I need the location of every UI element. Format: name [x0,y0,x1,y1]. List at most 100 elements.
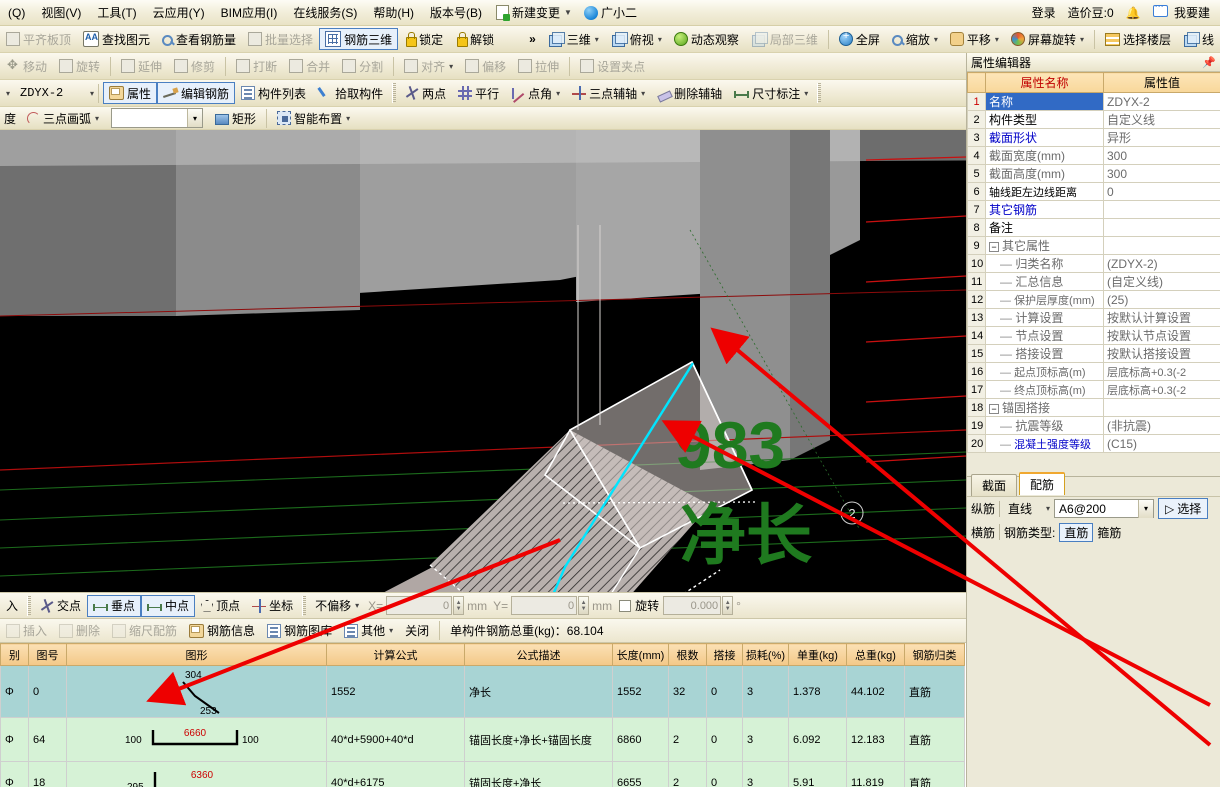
property-value[interactable]: 按默认搭接设置 [1104,345,1220,363]
property-value[interactable]: 层底标高+0.3(-2 [1104,381,1220,399]
tab-section[interactable]: 截面 [971,474,1017,496]
toolbar-dimension[interactable]: 尺寸标注 ▾ [728,82,814,104]
toolbar-split[interactable]: 分割 [336,55,389,77]
property-name[interactable]: — 混凝土强度等级 [986,435,1104,453]
x-spinner[interactable]: ▲▼ [453,596,464,615]
menu-item-help[interactable]: 帮助(H) [365,1,422,24]
property-value[interactable]: 0 [1104,183,1220,201]
chevron-down-icon[interactable]: ▾ [933,35,938,44]
property-value[interactable]: 300 [1104,147,1220,165]
snap-midpoint[interactable]: 中点 [141,595,195,617]
toolbar-delete-axis[interactable]: 删除辅轴 [651,82,728,104]
rebar-type-straight[interactable]: 直筋 [1059,523,1093,542]
th-total-weight[interactable]: 总重(kg) [847,644,905,666]
toolbar-smart-layout[interactable]: 智能布置 ▾ [271,107,356,129]
property-name[interactable]: — 保护层厚度(mm) [986,291,1104,309]
property-row[interactable]: 4 截面宽度(mm) 300 [968,147,1220,165]
chevron-down-icon[interactable]: ▾ [657,35,662,44]
chevron-down-icon[interactable]: ▾ [594,35,599,44]
toolbar-three-point-arc[interactable]: 三点画弧 ▾ [20,107,105,129]
property-row[interactable]: 3 截面形状 异形 [968,129,1220,147]
property-row[interactable]: 1 名称 ZDYX-2 [968,93,1220,111]
rotate-input[interactable]: 0.000 [663,596,721,615]
toolbar-fullscreen[interactable]: 全屏 [833,28,886,50]
property-name[interactable]: 名称 [986,93,1104,111]
property-value[interactable]: 异形 [1104,129,1220,147]
menu-item-partial[interactable]: (Q) [0,3,33,23]
toolbar-align[interactable]: 对齐 ▾ [398,55,459,77]
user-account[interactable]: 广小二 [578,2,643,23]
property-value[interactable] [1104,201,1220,219]
property-row[interactable]: 2 构件类型 自定义线 [968,111,1220,129]
toolbar-rectangle[interactable]: 矩形 [209,107,262,129]
toolbar-extend[interactable]: 延伸 [115,55,168,77]
property-name[interactable]: 截面宽度(mm) [986,147,1104,165]
chevron-down-icon[interactable]: ▼ [563,8,572,17]
toolbar-break[interactable]: 打断 [230,55,283,77]
toolbar-overflow-button[interactable]: » [523,28,542,50]
component-combo[interactable]: ZDYX-2 ▾ [16,83,94,103]
th-length[interactable]: 长度(mm) [613,644,669,666]
toolbar-view-rebar[interactable]: 查看钢筋量 [156,28,242,50]
chevron-down-icon[interactable]: ▾ [1045,504,1050,513]
line-type-combo[interactable]: 直线 ▾ [1004,499,1050,519]
rebar-insert[interactable]: 插入 [0,620,53,642]
toolbar-trim[interactable]: 修剪 [168,55,221,77]
property-name[interactable]: −锚固搭接 [986,399,1104,417]
th-unit-weight[interactable]: 单重(kg) [789,644,847,666]
property-value[interactable]: 层底标高+0.3(-2 [1104,363,1220,381]
chevron-down-icon[interactable]: ▾ [89,89,94,98]
toolbar-pan[interactable]: 平移 ▾ [944,28,1005,50]
property-name[interactable]: 截面形状 [986,129,1104,147]
th-category[interactable]: 钢筋归类 [905,644,965,666]
property-value[interactable]: 按默认计算设置 [1104,309,1220,327]
th-count[interactable]: 根数 [669,644,707,666]
rebar-spec-combo[interactable]: A6@200 ▾ [1054,499,1154,518]
toolbar-pick-component[interactable]: 拾取构件 [312,82,389,104]
property-value[interactable]: (C15) [1104,435,1220,453]
property-row[interactable]: 5 截面高度(mm) 300 [968,165,1220,183]
property-name[interactable]: −其它属性 [986,237,1104,255]
chevron-down-icon[interactable]: ▾ [345,114,350,123]
rebar-type-stirrup[interactable]: 箍筋 [1097,524,1121,541]
offset-mode-combo[interactable]: 不偏移 ▾ [309,595,365,617]
property-value[interactable]: 300 [1104,165,1220,183]
login-link[interactable]: 登录 [1026,1,1062,24]
toolbar-find-element[interactable]: 查找图元 [77,28,156,50]
property-name[interactable]: 截面高度(mm) [986,165,1104,183]
property-name[interactable]: 备注 [986,219,1104,237]
rotate-spinner[interactable]: ▲▼ [722,596,733,615]
toolbar-batch-select[interactable]: 批量选择 [242,28,319,50]
pin-icon[interactable]: 📌 [1202,56,1216,69]
property-table-scroll[interactable]: 属性名称 属性值 1 名称 ZDYX-2 2 构件类型 自定义线 [967,72,1220,476]
toolbar-lock[interactable]: 锁定 [398,28,449,50]
toolbar-top-view[interactable]: 俯视 ▾ [605,28,668,50]
toolbar-properties[interactable]: 属性 [103,82,157,104]
property-name[interactable]: — 终点顶标高(m) [986,381,1104,399]
property-name[interactable]: — 起点顶标高(m) [986,363,1104,381]
toolbar-edit-rebar[interactable]: 编辑钢筋 [157,82,235,104]
toolbar-offset[interactable]: 偏移 [459,55,512,77]
coin-balance[interactable]: 造价豆:0 [1062,1,1120,24]
snapbar-grip[interactable] [27,596,31,616]
menu-item-bim[interactable]: BIM应用(I) [213,1,286,24]
table-row[interactable]: Φ 0 304 996 253 1552 净长 1552 32 0 [1,666,965,718]
toolbar-three-point-axis[interactable]: 三点辅轴 ▾ [566,82,651,104]
th-shape[interactable]: 图形 [67,644,327,666]
toolbar-point-angle[interactable]: 点角 ▾ [505,82,566,104]
y-spinner[interactable]: ▲▼ [578,596,589,615]
snap-intersection[interactable]: 交点 [34,595,87,617]
tab-reinforcement[interactable]: 配筋 [1019,472,1065,495]
component-dropdown-left-arrow[interactable]: ▾ [0,89,16,98]
property-name[interactable]: 构件类型 [986,111,1104,129]
property-row-group[interactable]: 18 −锚固搭接 [968,399,1220,417]
property-value[interactable]: (25) [1104,291,1220,309]
rebar-table[interactable]: 别 图号 图形 计算公式 公式描述 长度(mm) 根数 搭接 损耗(%) 单重(… [0,643,966,787]
toolbar-line[interactable]: 线 [1177,28,1220,50]
th-tuhao[interactable]: 图号 [29,644,67,666]
toolbar-move[interactable]: 移动 [0,55,53,77]
chevron-down-icon[interactable]: ▾ [187,109,202,127]
property-row[interactable]: 14 — 节点设置 按默认节点设置 [968,327,1220,345]
menu-item-view[interactable]: 视图(V) [33,1,89,24]
property-row[interactable]: 15 — 搭接设置 按默认搭接设置 [968,345,1220,363]
